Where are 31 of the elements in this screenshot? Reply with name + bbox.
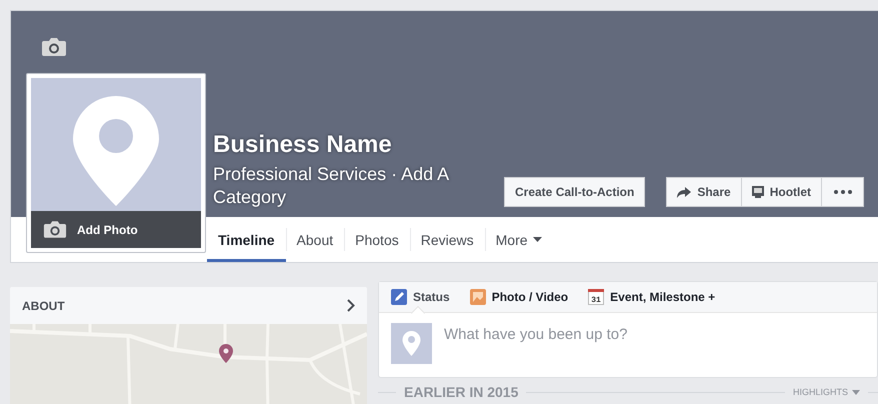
location-pin-icon — [73, 96, 159, 206]
caret-icon — [532, 237, 542, 242]
page-title: Business Name — [213, 131, 393, 159]
share-button[interactable]: Share — [666, 177, 742, 207]
add-photo-bar[interactable]: Add Photo — [31, 211, 201, 248]
camera-icon[interactable] — [43, 220, 67, 239]
more-button[interactable] — [822, 177, 864, 207]
call-to-action-button[interactable]: Create Call-to-Action — [504, 177, 646, 207]
chevron-right-icon — [347, 299, 355, 312]
pencil-icon — [391, 289, 407, 305]
tab[interactable]: Reviews — [410, 217, 485, 262]
hootlet-button[interactable]: Hootlet — [742, 177, 822, 207]
hootlet-icon — [752, 186, 764, 198]
calendar-icon: 31 — [588, 289, 604, 305]
add-photo-label: Add Photo — [77, 222, 138, 236]
about-header[interactable]: ABOUT — [10, 287, 367, 324]
section-heading: EARLIER IN 2015 — [404, 384, 518, 400]
caret-icon — [852, 390, 860, 394]
category-text: Professional Services · Add A Category — [213, 163, 450, 209]
tab[interactable]: Photos — [344, 217, 410, 262]
composer-tab[interactable]: 31 Event, Milestone + — [588, 282, 726, 312]
camera-icon[interactable] — [41, 37, 67, 57]
share-arrow-icon — [677, 186, 692, 198]
photo-icon — [470, 289, 486, 305]
more-menu[interactable]: More — [484, 217, 553, 262]
tab[interactable]: Timeline — [207, 217, 286, 262]
composer-tab[interactable]: Photo / Video — [470, 282, 578, 312]
tab[interactable]: About — [286, 217, 344, 262]
more-icon — [834, 190, 852, 194]
about-title: ABOUT — [22, 298, 65, 312]
avatar-icon — [391, 323, 432, 364]
